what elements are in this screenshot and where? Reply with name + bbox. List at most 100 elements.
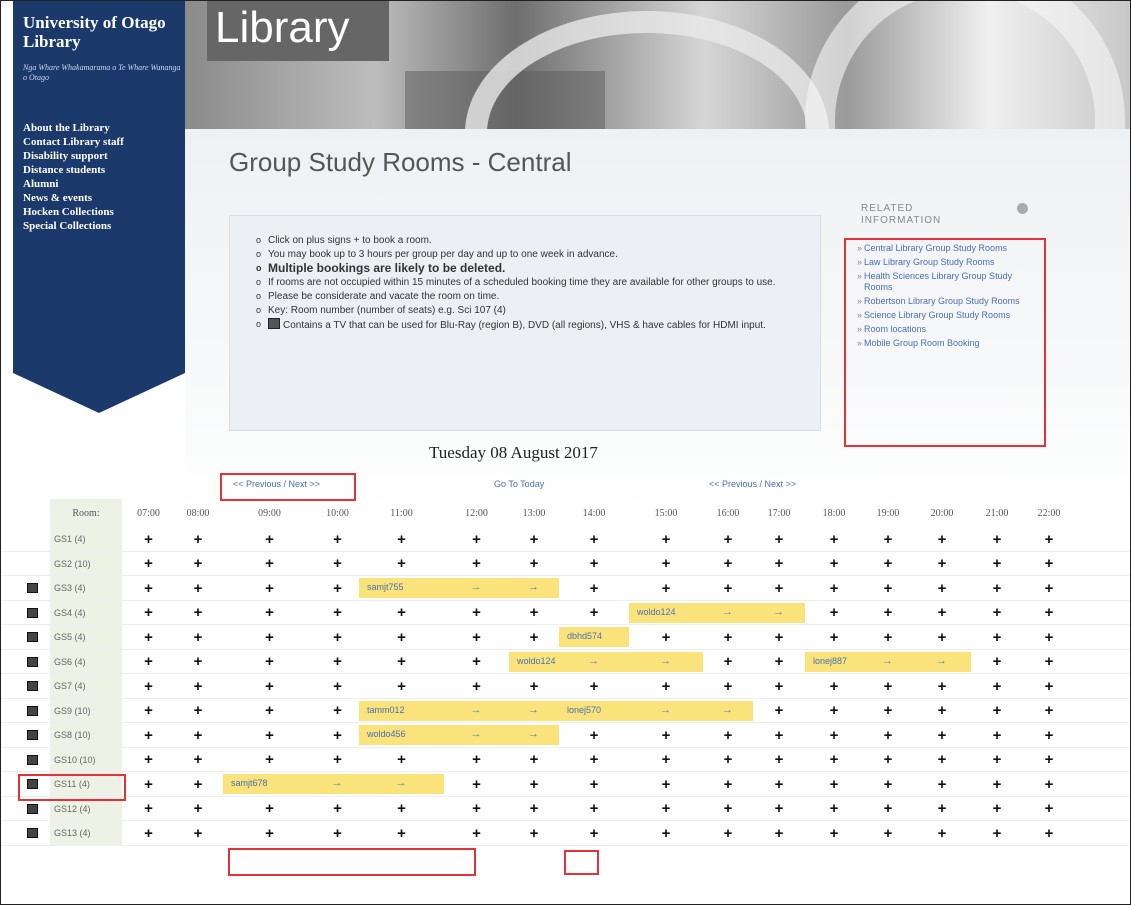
- book-plus-icon[interactable]: +: [863, 821, 913, 846]
- book-plus-icon[interactable]: +: [316, 625, 359, 650]
- book-plus-icon[interactable]: +: [359, 797, 444, 822]
- book-plus-icon[interactable]: +: [703, 625, 753, 650]
- book-plus-icon[interactable]: +: [805, 699, 863, 724]
- book-plus-icon[interactable]: +: [1023, 552, 1075, 577]
- book-plus-icon[interactable]: +: [223, 552, 316, 577]
- book-plus-icon[interactable]: +: [223, 601, 316, 626]
- book-plus-icon[interactable]: +: [509, 601, 559, 626]
- book-plus-icon[interactable]: +: [1023, 723, 1075, 748]
- booking-block[interactable]: woldo124 → →: [629, 602, 805, 623]
- book-plus-icon[interactable]: +: [703, 527, 753, 552]
- book-plus-icon[interactable]: +: [629, 723, 703, 748]
- book-plus-icon[interactable]: +: [703, 797, 753, 822]
- book-plus-icon[interactable]: +: [509, 748, 559, 773]
- booking-block[interactable]: lonej887 → →: [805, 651, 971, 672]
- book-plus-icon[interactable]: +: [316, 821, 359, 846]
- book-plus-icon[interactable]: +: [703, 552, 753, 577]
- book-plus-icon[interactable]: +: [316, 527, 359, 552]
- book-plus-icon[interactable]: +: [444, 527, 509, 552]
- book-plus-icon[interactable]: +: [863, 797, 913, 822]
- book-plus-icon[interactable]: +: [753, 772, 805, 797]
- book-plus-icon[interactable]: +: [359, 821, 444, 846]
- book-plus-icon[interactable]: +: [913, 772, 971, 797]
- book-plus-icon[interactable]: +: [559, 723, 629, 748]
- book-plus-icon[interactable]: +: [223, 650, 316, 675]
- book-plus-icon[interactable]: +: [971, 576, 1023, 601]
- booking-block[interactable]: woldo456 → →: [359, 725, 559, 745]
- book-plus-icon[interactable]: +: [863, 576, 913, 601]
- book-plus-icon[interactable]: +: [971, 821, 1023, 846]
- book-plus-icon[interactable]: +: [863, 625, 913, 650]
- book-plus-icon[interactable]: +: [913, 748, 971, 773]
- book-plus-icon[interactable]: +: [971, 552, 1023, 577]
- book-plus-icon[interactable]: +: [1023, 699, 1075, 724]
- book-plus-icon[interactable]: +: [173, 552, 223, 577]
- booking-block[interactable]: dbhd574: [559, 627, 629, 647]
- book-plus-icon[interactable]: +: [559, 527, 629, 552]
- book-plus-icon[interactable]: +: [1023, 797, 1075, 822]
- book-plus-icon[interactable]: +: [863, 601, 913, 626]
- book-plus-icon[interactable]: +: [359, 552, 444, 577]
- book-plus-icon[interactable]: +: [805, 625, 863, 650]
- book-plus-icon[interactable]: +: [863, 552, 913, 577]
- book-plus-icon[interactable]: +: [223, 723, 316, 748]
- book-plus-icon[interactable]: +: [863, 723, 913, 748]
- book-plus-icon[interactable]: +: [223, 625, 316, 650]
- related-link-health[interactable]: Health Sciences Library Group Study Room…: [857, 271, 1042, 293]
- booking-user-link[interactable]: woldo124: [637, 607, 676, 617]
- booking-user-link[interactable]: tamm012: [367, 705, 405, 715]
- book-plus-icon[interactable]: +: [444, 601, 509, 626]
- book-plus-icon[interactable]: +: [629, 772, 703, 797]
- book-plus-icon[interactable]: +: [913, 699, 971, 724]
- sidebar-item-alumni[interactable]: Alumni: [23, 177, 188, 191]
- book-plus-icon[interactable]: +: [913, 625, 971, 650]
- book-plus-icon[interactable]: +: [805, 674, 863, 699]
- book-plus-icon[interactable]: +: [509, 552, 559, 577]
- book-plus-icon[interactable]: +: [124, 723, 173, 748]
- book-plus-icon[interactable]: +: [316, 576, 359, 601]
- book-plus-icon[interactable]: +: [805, 552, 863, 577]
- booking-block[interactable]: woldo124 → →: [509, 651, 703, 672]
- book-plus-icon[interactable]: +: [359, 527, 444, 552]
- book-plus-icon[interactable]: +: [316, 748, 359, 773]
- book-plus-icon[interactable]: +: [629, 797, 703, 822]
- book-plus-icon[interactable]: +: [444, 674, 509, 699]
- book-plus-icon[interactable]: +: [173, 821, 223, 846]
- book-plus-icon[interactable]: +: [1023, 821, 1075, 846]
- book-plus-icon[interactable]: +: [1023, 772, 1075, 797]
- book-plus-icon[interactable]: +: [124, 625, 173, 650]
- book-plus-icon[interactable]: +: [753, 821, 805, 846]
- book-plus-icon[interactable]: +: [223, 527, 316, 552]
- book-plus-icon[interactable]: +: [971, 601, 1023, 626]
- book-plus-icon[interactable]: +: [753, 625, 805, 650]
- book-plus-icon[interactable]: +: [913, 527, 971, 552]
- book-plus-icon[interactable]: +: [913, 552, 971, 577]
- book-plus-icon[interactable]: +: [805, 527, 863, 552]
- book-plus-icon[interactable]: +: [703, 650, 753, 675]
- related-link-locations[interactable]: Room locations: [857, 324, 1042, 335]
- book-plus-icon[interactable]: +: [629, 625, 703, 650]
- book-plus-icon[interactable]: +: [753, 552, 805, 577]
- book-plus-icon[interactable]: +: [173, 723, 223, 748]
- book-plus-icon[interactable]: +: [173, 527, 223, 552]
- book-plus-icon[interactable]: +: [753, 527, 805, 552]
- book-plus-icon[interactable]: +: [124, 674, 173, 699]
- book-plus-icon[interactable]: +: [629, 527, 703, 552]
- book-plus-icon[interactable]: +: [863, 527, 913, 552]
- book-plus-icon[interactable]: +: [971, 723, 1023, 748]
- book-plus-icon[interactable]: +: [971, 674, 1023, 699]
- site-title[interactable]: University of Otago Library: [23, 13, 183, 51]
- book-plus-icon[interactable]: +: [913, 674, 971, 699]
- book-plus-icon[interactable]: +: [913, 576, 971, 601]
- related-link-robertson[interactable]: Robertson Library Group Study Rooms: [857, 296, 1042, 307]
- book-plus-icon[interactable]: +: [124, 527, 173, 552]
- book-plus-icon[interactable]: +: [559, 576, 629, 601]
- book-plus-icon[interactable]: +: [971, 699, 1023, 724]
- book-plus-icon[interactable]: +: [359, 748, 444, 773]
- book-plus-icon[interactable]: +: [173, 576, 223, 601]
- sidebar-item-contact[interactable]: Contact Library staff: [23, 135, 188, 149]
- book-plus-icon[interactable]: +: [805, 772, 863, 797]
- book-plus-icon[interactable]: +: [753, 699, 805, 724]
- book-plus-icon[interactable]: +: [173, 772, 223, 797]
- book-plus-icon[interactable]: +: [223, 821, 316, 846]
